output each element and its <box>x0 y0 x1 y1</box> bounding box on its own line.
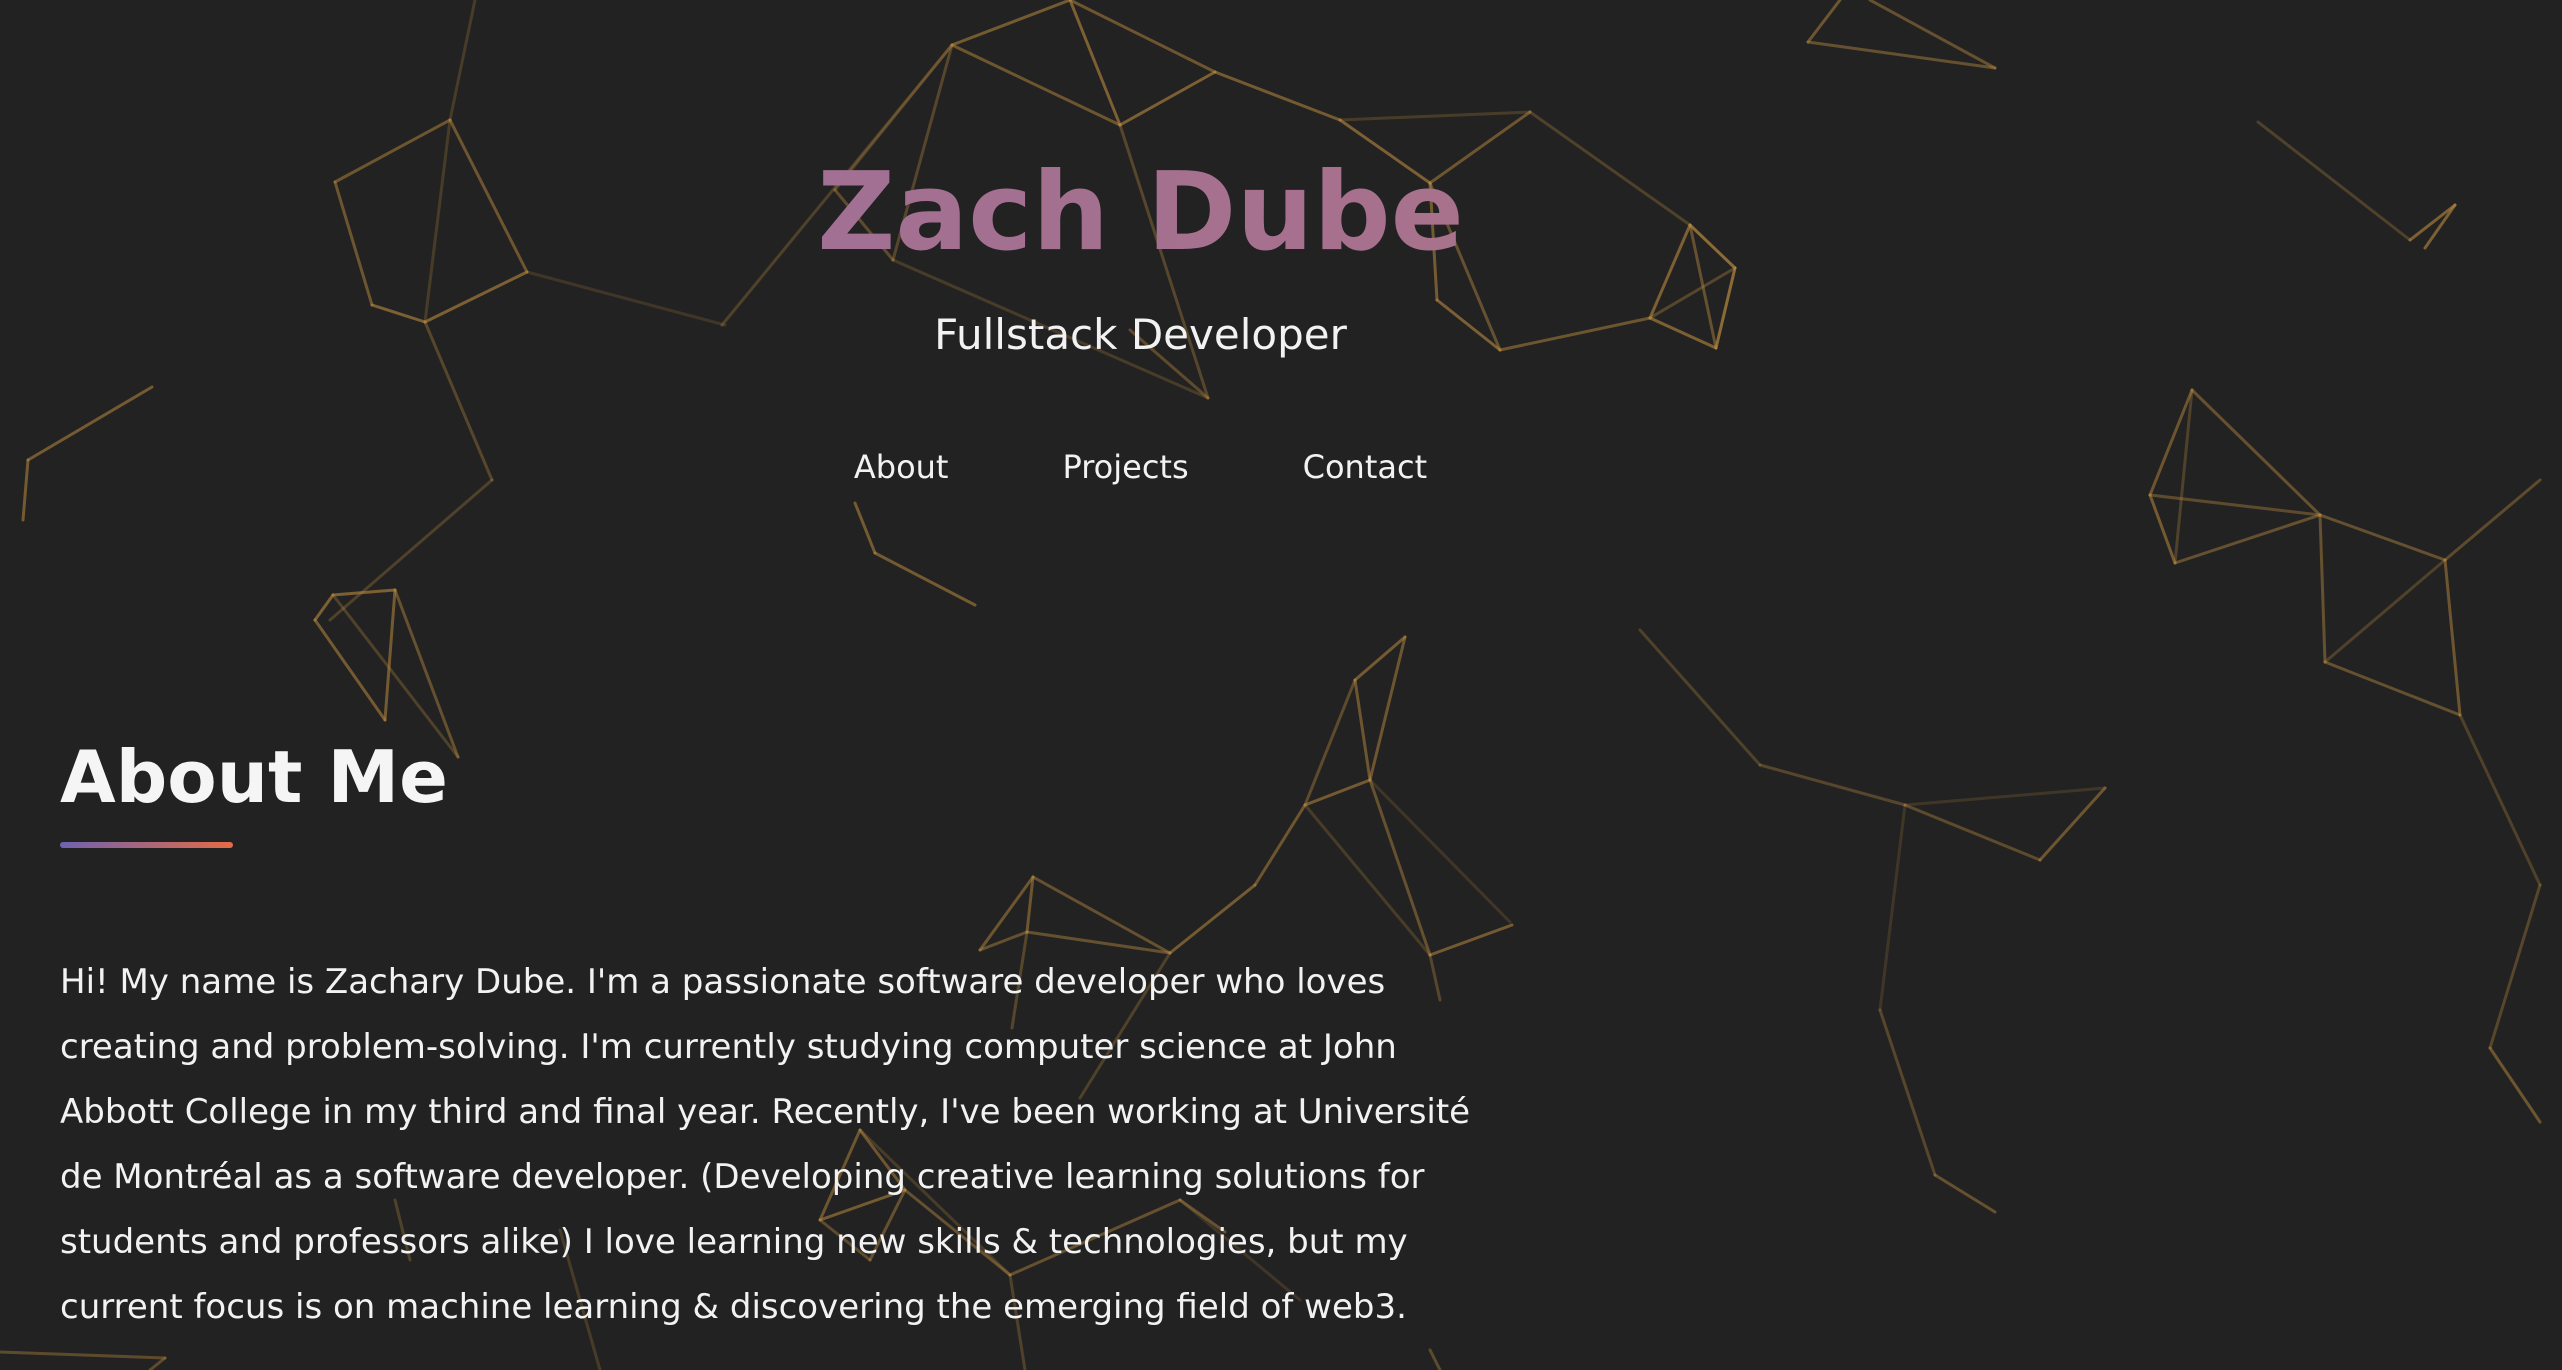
about-title: About Me <box>60 735 448 819</box>
main-nav: About Projects Contact <box>0 448 2281 486</box>
hero-role: Fullstack Developer <box>934 310 1347 359</box>
about-title-underline <box>60 842 233 848</box>
portfolio-page: Zach Dube Fullstack Developer About Proj… <box>0 0 2562 1370</box>
nav-link-about[interactable]: About <box>854 448 949 486</box>
nav-link-contact[interactable]: Contact <box>1303 448 1428 486</box>
about-paragraph: Hi! My name is Zachary Dube. I'm a passi… <box>60 962 1471 1327</box>
nav-link-projects[interactable]: Projects <box>1062 448 1188 486</box>
hero-name: Zach Dube <box>0 150 2281 275</box>
